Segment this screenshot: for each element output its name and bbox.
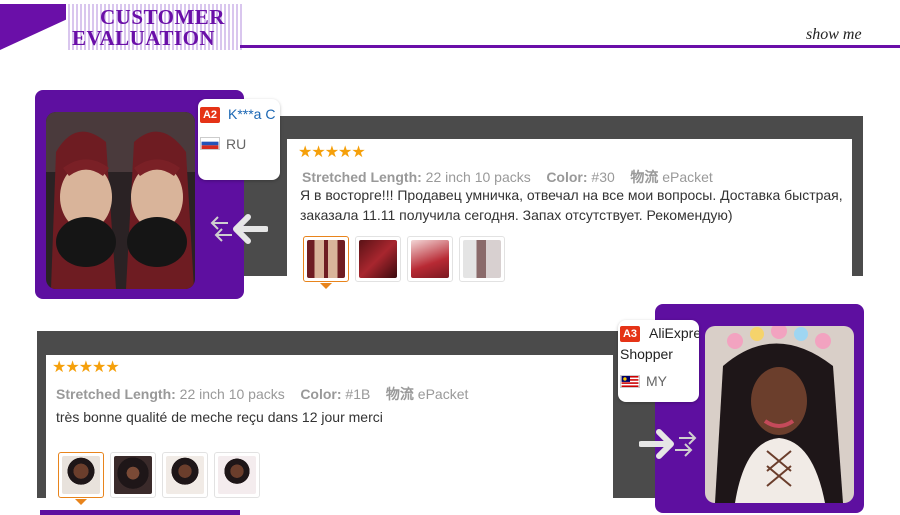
russia-flag-icon xyxy=(200,137,220,150)
review-2-length-value: 22 inch 10 packs xyxy=(179,386,285,402)
review-2-thumbnail-2[interactable] xyxy=(110,452,156,498)
review-2-thumbnail-4[interactable] xyxy=(214,452,260,498)
review-2-shipping-label: 物流 xyxy=(385,386,414,402)
review-1-shipping-label: 物流 xyxy=(630,169,659,185)
review-1-attributes: Stretched Length: 22 inch 10 packs Color… xyxy=(302,167,713,187)
review-2-text: très bonne qualité de meche reçu dans 12… xyxy=(56,409,383,425)
review-1-thumbnail-3[interactable] xyxy=(407,236,453,282)
selfie-thumb-icon xyxy=(114,456,152,494)
review-2-length-label: Stretched Length: xyxy=(56,386,176,402)
review-2-selected-caret xyxy=(75,499,87,505)
review-2-username-line2[interactable]: Shopper xyxy=(620,346,673,362)
review-1-length-label: Stretched Length: xyxy=(302,169,422,185)
review-1-shipping-value: ePacket xyxy=(662,169,713,185)
review-1-length-value: 22 inch 10 packs xyxy=(425,169,531,185)
review-1-customer-photo[interactable] xyxy=(46,112,195,289)
review-2-customer-photo[interactable] xyxy=(705,326,854,503)
review-2-star-rating: ★★★★★ xyxy=(52,359,120,376)
review-1-username[interactable]: K***a C xyxy=(228,106,275,122)
review-2-thumbnail-3[interactable] xyxy=(162,452,208,498)
review-2-thumbnail-1[interactable] xyxy=(58,452,104,498)
review-2-shipping-value: ePacket xyxy=(417,386,469,402)
selfie-thumb-icon xyxy=(62,456,100,494)
review-1-thumbnail-4[interactable] xyxy=(459,236,505,282)
braids-thumb-icon xyxy=(463,240,501,278)
header-title-line2: EVALUATION xyxy=(72,26,216,50)
review-1-thumbnail-2[interactable] xyxy=(355,236,401,282)
selfie-thumb-icon xyxy=(166,456,204,494)
arrow-left-icon xyxy=(210,214,268,244)
review-2-user-card: A3 AliExpre Shopper MY xyxy=(618,320,699,402)
braids-thumb-icon xyxy=(411,240,449,278)
review-1-selected-caret xyxy=(320,283,332,289)
review-1-level-badge: A2 xyxy=(200,107,220,123)
braids-thumb-icon xyxy=(359,240,397,278)
selfie-thumb-icon xyxy=(307,240,345,278)
show-more-link[interactable]: show me xyxy=(806,26,862,44)
review-2-country: MY xyxy=(646,373,667,389)
review-1-text: Я в восторге!!! Продавец умничка, отвеча… xyxy=(300,187,843,223)
review-1-user-card: A2 K***a C RU xyxy=(198,99,280,180)
header-title-line1: CUSTOMER xyxy=(100,5,225,29)
review-1-country: RU xyxy=(226,136,247,152)
review-2-level-badge: A3 xyxy=(620,326,640,342)
review-2-username-line1[interactable]: AliExpre xyxy=(649,325,699,341)
review-1-color-label: Color: xyxy=(546,169,588,185)
header-underline xyxy=(240,45,900,48)
review-2-attributes: Stretched Length: 22 inch 10 packs Color… xyxy=(56,384,468,404)
review-1-thumbnail-1[interactable] xyxy=(303,236,349,282)
review-2-color-value: #1B xyxy=(345,386,371,402)
arrow-right-icon xyxy=(639,429,697,459)
review-1-color-value: #30 xyxy=(591,169,615,185)
review-2-color-label: Color: xyxy=(300,386,342,402)
malaysia-flag-icon xyxy=(620,375,640,388)
review-2-bottom-accent xyxy=(40,510,240,515)
review-1-star-rating: ★★★★★ xyxy=(298,144,366,161)
selfie-thumb-icon xyxy=(218,456,256,494)
